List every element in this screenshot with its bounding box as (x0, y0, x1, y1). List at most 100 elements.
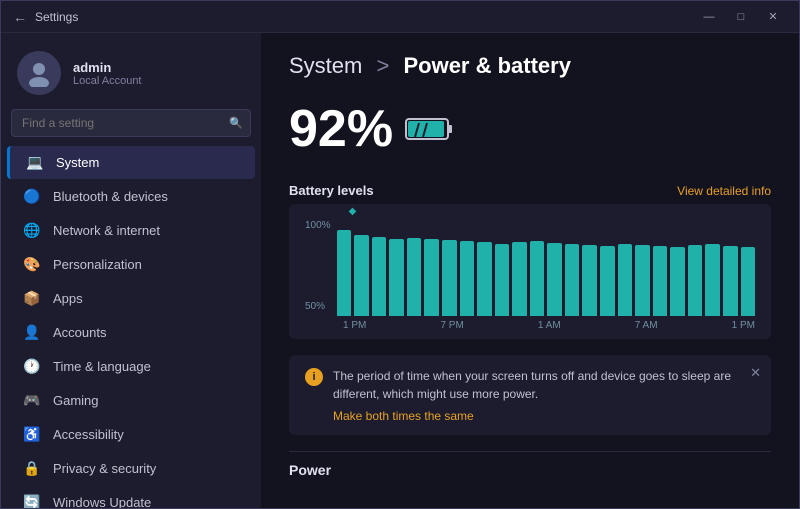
chart-bar-20 (688, 245, 703, 316)
power-section-title: Power (289, 451, 771, 478)
search-input[interactable] (11, 109, 251, 137)
title-bar: ← Settings — □ ✕ (1, 1, 799, 33)
nav-icon-system: 💻 (26, 154, 44, 171)
view-detail-link[interactable]: View detailed info (677, 184, 771, 198)
nav-icon-privacy: 🔒 (23, 460, 41, 477)
settings-window: ← Settings — □ ✕ admin Local Account (0, 0, 800, 509)
search-box: 🔍 (11, 109, 251, 137)
sidebar-item-accounts[interactable]: 👤 Accounts (7, 316, 255, 349)
nav-icon-accounts: 👤 (23, 324, 41, 341)
nav-label-update: Windows Update (53, 495, 151, 508)
title-bar-left: ← Settings (13, 9, 78, 25)
sidebar-item-time[interactable]: 🕐 Time & language (7, 350, 255, 383)
battery-percentage-display: 92% (289, 99, 771, 159)
nav-label-system: System (56, 155, 99, 170)
x-label-1pm-last: 1 PM (732, 320, 755, 331)
chart-bar-6 (442, 240, 457, 316)
warning-icon: i (305, 368, 323, 386)
breadcrumb-parent: System (289, 53, 362, 78)
chart-bar-19 (670, 247, 685, 316)
sidebar-item-update[interactable]: 🔄 Windows Update (7, 486, 255, 508)
minimize-button[interactable]: — (695, 7, 723, 27)
window-title: Settings (35, 10, 78, 24)
chart-x-labels: 1 PM 7 PM 1 AM 7 AM 1 PM (343, 320, 755, 331)
warning-text: The period of time when your screen turn… (333, 369, 731, 401)
nav-label-personalization: Personalization (53, 257, 142, 272)
breadcrumb-current: Power & battery (403, 53, 571, 78)
nav-list: 💻 System 🔵 Bluetooth & devices 🌐 Network… (1, 145, 261, 508)
chart-bar-7 (460, 241, 475, 316)
chart-bar-0 (337, 230, 352, 316)
chart-bar-1 (354, 235, 369, 316)
chart-bar-3 (389, 239, 404, 316)
user-section: admin Local Account (1, 41, 261, 109)
chart-bar-18 (653, 246, 668, 316)
sidebar-item-network[interactable]: 🌐 Network & internet (7, 214, 255, 247)
window-controls: — □ ✕ (695, 7, 787, 27)
nav-icon-time: 🕐 (23, 358, 41, 375)
nav-label-time: Time & language (53, 359, 151, 374)
warning-close-button[interactable]: ✕ (750, 365, 761, 381)
avatar (17, 51, 61, 95)
nav-label-network: Network & internet (53, 223, 160, 238)
nav-label-accounts: Accounts (53, 325, 106, 340)
nav-icon-apps: 📦 (23, 290, 41, 307)
nav-label-bluetooth: Bluetooth & devices (53, 189, 168, 204)
chart-bar-4 (407, 238, 422, 316)
nav-label-gaming: Gaming (53, 393, 99, 408)
main-content: System > Power & battery 92% (261, 33, 799, 508)
chart-bar-12 (547, 243, 562, 316)
nav-icon-network: 🌐 (23, 222, 41, 239)
chart-bar-22 (723, 246, 738, 316)
warning-box: i The period of time when your screen tu… (289, 355, 771, 435)
chart-bar-21 (705, 244, 720, 316)
chart-peak-dot: ◆ (349, 206, 357, 217)
nav-label-privacy: Privacy & security (53, 461, 156, 476)
user-info: admin Local Account (73, 60, 142, 87)
x-label-1pm-first: 1 PM (343, 320, 366, 331)
close-button[interactable]: ✕ (759, 7, 787, 27)
search-icon: 🔍 (229, 117, 243, 130)
chart-bar-17 (635, 245, 650, 316)
chart-bar-2 (372, 237, 387, 316)
back-button[interactable]: ← (13, 9, 27, 25)
chart-bar-13 (565, 244, 580, 316)
sidebar: admin Local Account 🔍 💻 System 🔵 Bluetoo… (1, 33, 261, 508)
sidebar-item-bluetooth[interactable]: 🔵 Bluetooth & devices (7, 180, 255, 213)
sidebar-item-system[interactable]: 💻 System (7, 146, 255, 179)
chart-bar-16 (618, 244, 633, 316)
chart-bar-5 (424, 239, 439, 316)
chart-bar-15 (600, 246, 615, 316)
user-name: admin (73, 60, 142, 75)
chart-bar-14 (582, 245, 597, 316)
x-label-7am: 7 AM (635, 320, 658, 331)
chart-title: Battery levels (289, 183, 374, 198)
sidebar-item-privacy[interactable]: 🔒 Privacy & security (7, 452, 255, 485)
nav-icon-accessibility: ♿ (23, 426, 41, 443)
x-label-7pm: 7 PM (440, 320, 463, 331)
chart-bars (337, 216, 755, 316)
chart-bar-23 (741, 247, 756, 316)
warning-link[interactable]: Make both times the same (333, 409, 755, 423)
nav-label-accessibility: Accessibility (53, 427, 124, 442)
sidebar-item-accessibility[interactable]: ♿ Accessibility (7, 418, 255, 451)
chart-bar-10 (512, 242, 527, 316)
nav-icon-bluetooth: 🔵 (23, 188, 41, 205)
nav-icon-update: 🔄 (23, 494, 41, 508)
chart-container: 100% 50% ◆ 1 PM 7 PM (289, 204, 771, 339)
nav-icon-gaming: 🎮 (23, 392, 41, 409)
maximize-button[interactable]: □ (727, 7, 755, 27)
battery-percent-value: 92% (289, 99, 393, 159)
sidebar-item-gaming[interactable]: 🎮 Gaming (7, 384, 255, 417)
battery-chart-section: Battery levels View detailed info 100% 5… (289, 183, 771, 339)
sidebar-item-apps[interactable]: 📦 Apps (7, 282, 255, 315)
warning-content: The period of time when your screen turn… (333, 367, 755, 423)
chart-bar-11 (530, 241, 545, 316)
y-label-100: 100% (305, 220, 331, 231)
battery-icon (405, 115, 453, 143)
x-label-1am: 1 AM (538, 320, 561, 331)
sidebar-item-personalization[interactable]: 🎨 Personalization (7, 248, 255, 281)
chart-bar-8 (477, 242, 492, 316)
breadcrumb-separator: > (376, 53, 389, 78)
y-label-50: 50% (305, 301, 331, 312)
